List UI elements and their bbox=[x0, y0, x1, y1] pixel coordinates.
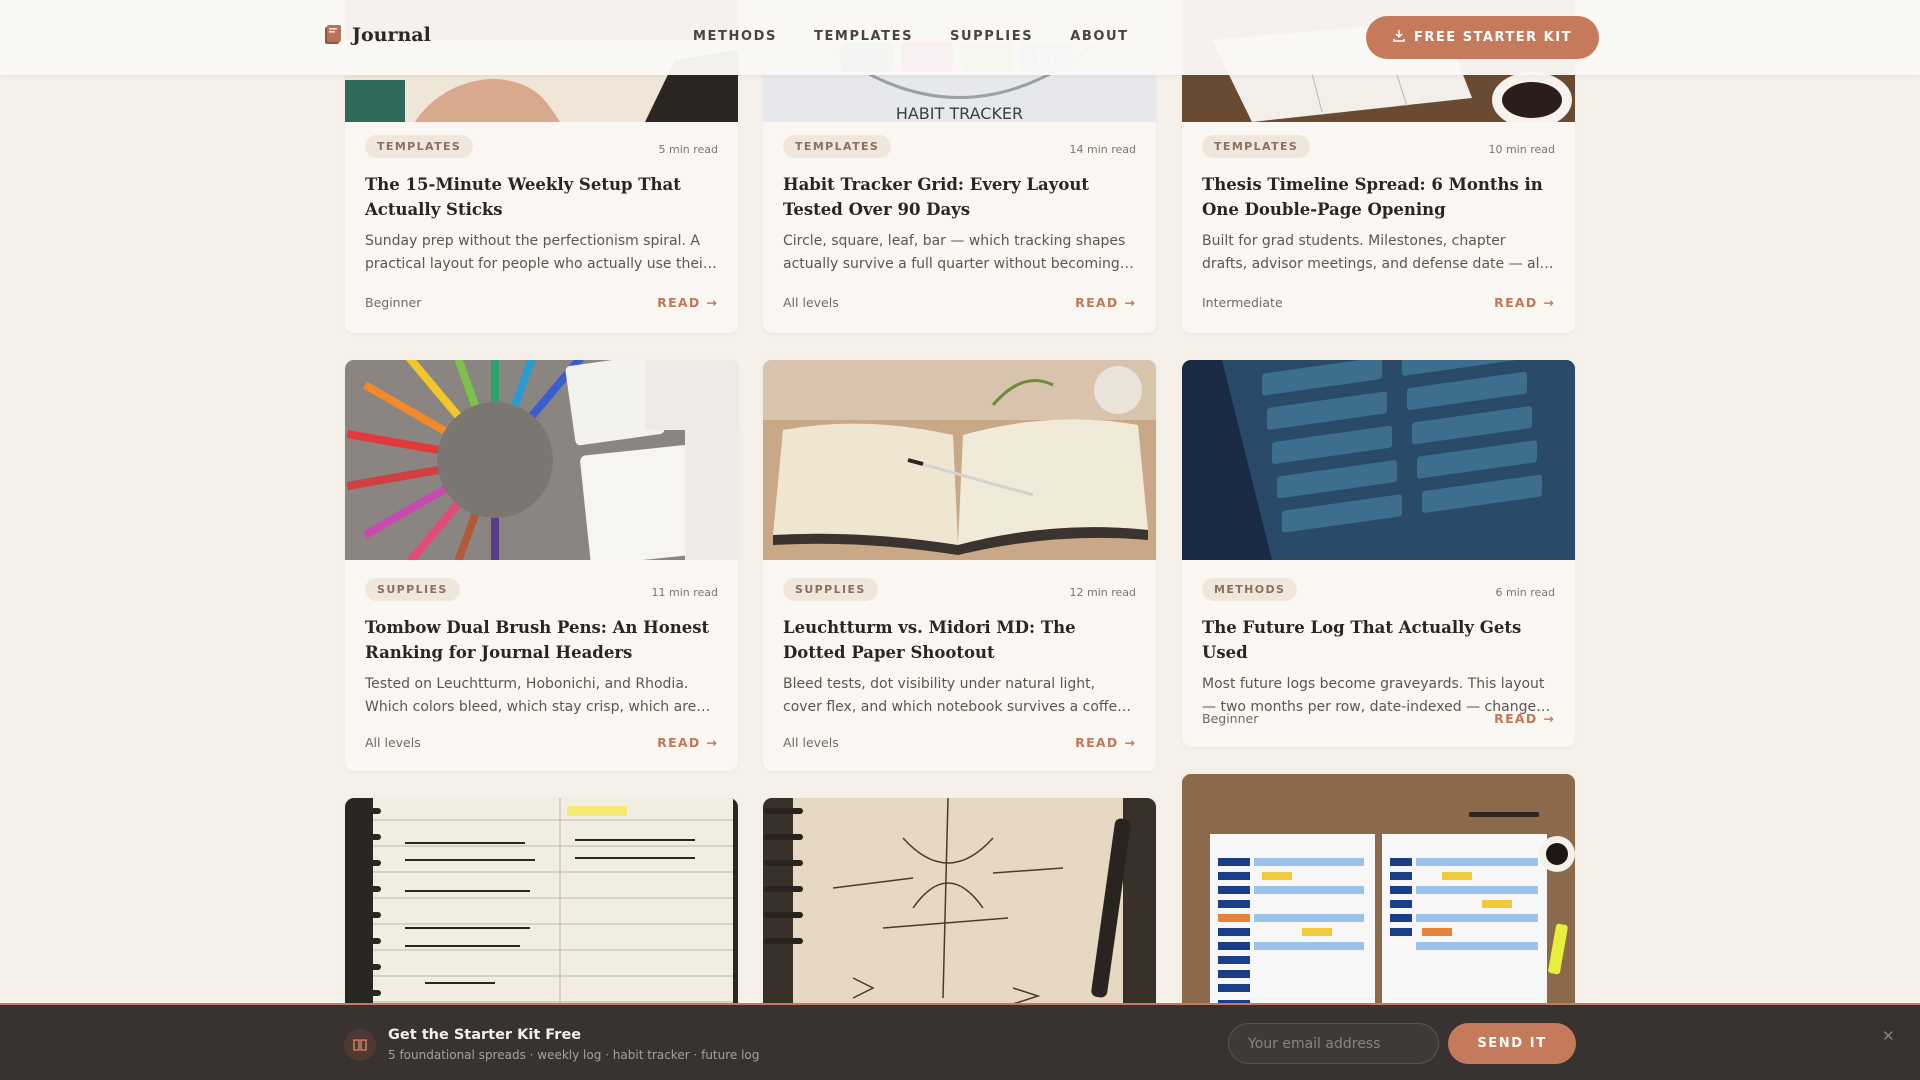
journal-book-icon bbox=[323, 24, 343, 46]
site-header: Journal METHODS TEMPLATES SUPPLIES ABOUT… bbox=[0, 0, 1920, 75]
card-title[interactable]: The 15-Minute Weekly Setup That Actually… bbox=[365, 172, 718, 222]
read-time: 14 min read bbox=[1069, 143, 1136, 156]
read-link[interactable]: READ → bbox=[1494, 711, 1555, 726]
difficulty-level: All levels bbox=[365, 735, 421, 750]
card-image bbox=[345, 360, 738, 560]
card-title[interactable]: Thesis Timeline Spread: 6 Months in One … bbox=[1202, 172, 1555, 222]
read-link[interactable]: READ → bbox=[1494, 295, 1555, 310]
card-description: Tested on Leuchtturm, Hobonichi, and Rho… bbox=[365, 676, 697, 715]
read-link[interactable]: READ → bbox=[657, 295, 718, 310]
card-description: Sunday prep without the perfectionism sp… bbox=[365, 233, 709, 272]
difficulty-level: Intermediate bbox=[1202, 295, 1283, 310]
nav-templates[interactable]: TEMPLATES bbox=[814, 29, 913, 44]
difficulty-level: All levels bbox=[783, 735, 839, 750]
close-icon[interactable]: ✕ bbox=[1882, 1027, 1895, 1045]
card-title[interactable]: Tombow Dual Brush Pens: An Honest Rankin… bbox=[365, 615, 718, 665]
category-tag[interactable]: SUPPLIES bbox=[783, 578, 878, 601]
card-description: Built for grad students. Milestones, cha… bbox=[1202, 233, 1544, 272]
cta-label: FREE STARTER KIT bbox=[1414, 30, 1572, 45]
starter-kit-signup-bar: Get the Starter Kit Free 5 foundational … bbox=[0, 1003, 1920, 1080]
card-title[interactable]: Habit Tracker Grid: Every Layout Tested … bbox=[783, 172, 1136, 222]
difficulty-level: Beginner bbox=[365, 295, 422, 310]
read-time: 11 min read bbox=[651, 586, 718, 599]
nav-methods[interactable]: METHODS bbox=[693, 29, 777, 44]
nav-about[interactable]: ABOUT bbox=[1070, 29, 1128, 44]
card-description: Bleed tests, dot visibility under natura… bbox=[783, 676, 1126, 715]
send-it-button[interactable]: SEND IT bbox=[1448, 1023, 1576, 1064]
article-card[interactable]: SUPPLIES 12 min read Leuchtturm vs. Mido… bbox=[763, 360, 1156, 771]
read-time: 10 min read bbox=[1488, 143, 1555, 156]
habit-tracker-image-text: HABIT TRACKER bbox=[895, 104, 1024, 122]
card-image bbox=[763, 360, 1156, 560]
logo[interactable]: Journal bbox=[323, 24, 431, 46]
category-tag[interactable]: TEMPLATES bbox=[365, 135, 474, 158]
signup-subtitle: 5 foundational spreads · weekly log · ha… bbox=[388, 1048, 760, 1062]
free-starter-kit-button[interactable]: FREE STARTER KIT bbox=[1366, 16, 1599, 59]
article-card[interactable]: SUPPLIES 11 min read Tombow Dual Brush P… bbox=[345, 360, 738, 771]
article-card[interactable]: METHODS 6 min read The Future Log That A… bbox=[1182, 360, 1575, 747]
email-input[interactable] bbox=[1228, 1023, 1439, 1064]
logo-text: Journal bbox=[352, 24, 431, 46]
read-link[interactable]: READ → bbox=[657, 735, 718, 750]
category-tag[interactable]: TEMPLATES bbox=[1202, 135, 1311, 158]
card-title[interactable]: The Future Log That Actually Gets Used bbox=[1202, 615, 1555, 665]
signup-title: Get the Starter Kit Free bbox=[388, 1027, 582, 1043]
read-time: 12 min read bbox=[1069, 586, 1136, 599]
nav-supplies[interactable]: SUPPLIES bbox=[950, 29, 1033, 44]
category-tag[interactable]: METHODS bbox=[1202, 578, 1298, 601]
difficulty-level: Beginner bbox=[1202, 711, 1259, 726]
read-time: 5 min read bbox=[658, 143, 718, 156]
read-link[interactable]: READ → bbox=[1075, 735, 1136, 750]
card-title[interactable]: Leuchtturm vs. Midori MD: The Dotted Pap… bbox=[783, 615, 1136, 665]
difficulty-level: All levels bbox=[783, 295, 839, 310]
download-icon bbox=[1393, 29, 1405, 46]
card-description: Circle, square, leaf, bar — which tracki… bbox=[783, 233, 1133, 272]
read-link[interactable]: READ → bbox=[1075, 295, 1136, 310]
card-image bbox=[1182, 360, 1575, 560]
main-nav: METHODS TEMPLATES SUPPLIES ABOUT bbox=[693, 29, 1129, 44]
read-time: 6 min read bbox=[1495, 586, 1555, 599]
category-tag[interactable]: TEMPLATES bbox=[783, 135, 892, 158]
category-tag[interactable]: SUPPLIES bbox=[365, 578, 460, 601]
book-icon bbox=[344, 1029, 376, 1061]
